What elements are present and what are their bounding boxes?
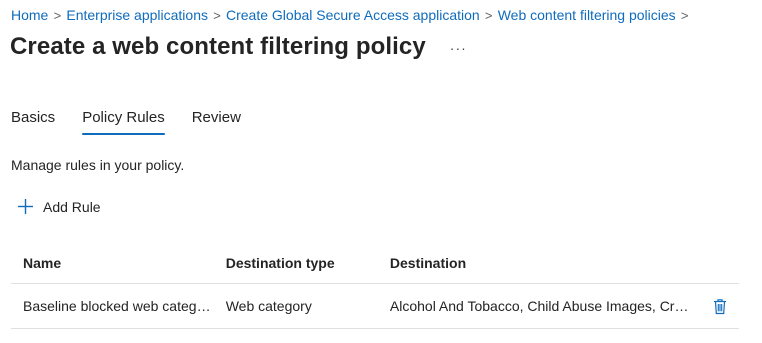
tab-list: Basics Policy Rules Review xyxy=(11,109,268,135)
column-header-name[interactable]: Name xyxy=(11,255,214,271)
chevron-right-icon: > xyxy=(484,7,493,23)
chevron-right-icon: > xyxy=(680,7,689,23)
tab-review[interactable]: Review xyxy=(192,109,241,135)
more-options-button[interactable]: ··· xyxy=(450,40,467,56)
delete-rule-button[interactable] xyxy=(712,298,728,315)
column-header-destination-type[interactable]: Destination type xyxy=(214,255,378,271)
table-row[interactable]: Baseline blocked web categories Web cate… xyxy=(11,284,739,329)
breadcrumb-create-gsa-application[interactable]: Create Global Secure Access application xyxy=(226,7,480,23)
page-description: Manage rules in your policy. xyxy=(11,157,185,173)
table-header-row: Name Destination type Destination xyxy=(11,243,739,284)
rule-destination-cell: Alcohol And Tobacco, Child Abuse Images,… xyxy=(389,298,689,314)
title-row: Create a web content filtering policy ··… xyxy=(10,33,467,61)
rule-destination-type-cell: Web category xyxy=(225,298,312,314)
tab-basics[interactable]: Basics xyxy=(11,109,55,135)
page-title: Create a web content filtering policy xyxy=(10,33,426,60)
plus-icon xyxy=(18,199,33,214)
rules-table: Name Destination type Destination Baseli… xyxy=(11,243,739,329)
rule-actions-cell xyxy=(688,298,739,315)
rule-name-cell: Baseline blocked web categories xyxy=(23,298,214,314)
breadcrumb: Home > Enterprise applications > Create … xyxy=(11,7,694,23)
page: Home > Enterprise applications > Create … xyxy=(0,0,762,343)
tab-policy-rules[interactable]: Policy Rules xyxy=(82,109,165,135)
breadcrumb-enterprise-applications[interactable]: Enterprise applications xyxy=(66,7,208,23)
chevron-right-icon: > xyxy=(53,7,62,23)
column-header-destination[interactable]: Destination xyxy=(378,255,689,271)
chevron-right-icon: > xyxy=(213,7,221,23)
trash-icon xyxy=(713,298,726,314)
breadcrumb-web-content-filtering-policies[interactable]: Web content filtering policies xyxy=(498,7,676,23)
breadcrumb-home[interactable]: Home xyxy=(11,7,48,23)
add-rule-label: Add Rule xyxy=(43,198,101,215)
add-rule-button[interactable]: Add Rule xyxy=(17,198,101,215)
